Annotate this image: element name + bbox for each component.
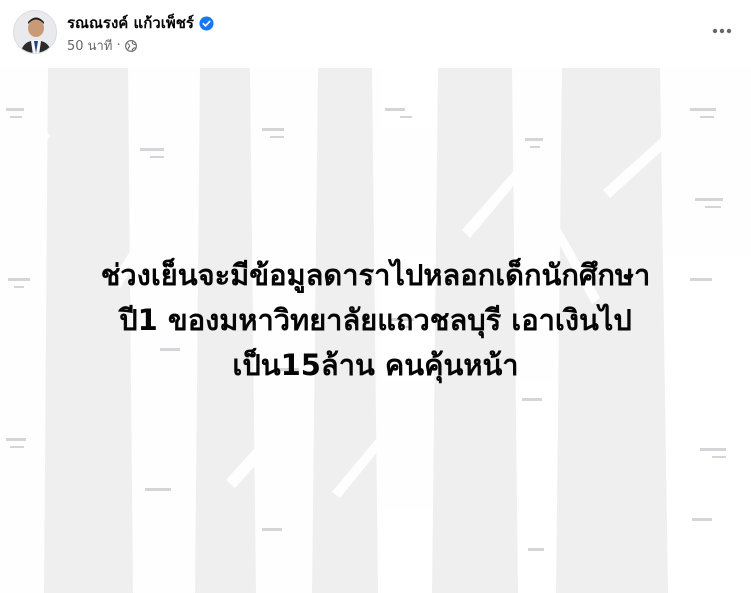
more-options-button[interactable]	[707, 16, 737, 46]
post-text-container: ช่วงเย็นจะมีข้อมูลดาราไปหลอกเด็กนักศึกษา…	[0, 68, 751, 593]
verified-badge-icon	[199, 15, 214, 31]
meta-separator: ·	[116, 38, 121, 53]
avatar-image	[14, 11, 56, 53]
post-header: รณณรงค์ แก้วเพ็ชร์ 50 นาที ·	[0, 0, 751, 68]
post-background-card[interactable]: ช่วงเย็นจะมีข้อมูลดาราไปหลอกเด็กนักศึกษา…	[0, 68, 751, 593]
globe-icon[interactable]	[124, 39, 137, 52]
post-meta: 50 นาที ·	[67, 35, 137, 56]
author: รณณรงค์ แก้วเพ็ชร์	[67, 11, 214, 35]
author-name[interactable]: รณณรงค์ แก้วเพ็ชร์	[67, 11, 194, 35]
post-timestamp[interactable]: 50 นาที	[67, 35, 112, 56]
post-text: ช่วงเย็นจะมีข้อมูลดาราไปหลอกเด็กนักศึกษา…	[100, 258, 651, 382]
avatar[interactable]	[13, 10, 57, 54]
more-dots-icon	[712, 28, 732, 34]
